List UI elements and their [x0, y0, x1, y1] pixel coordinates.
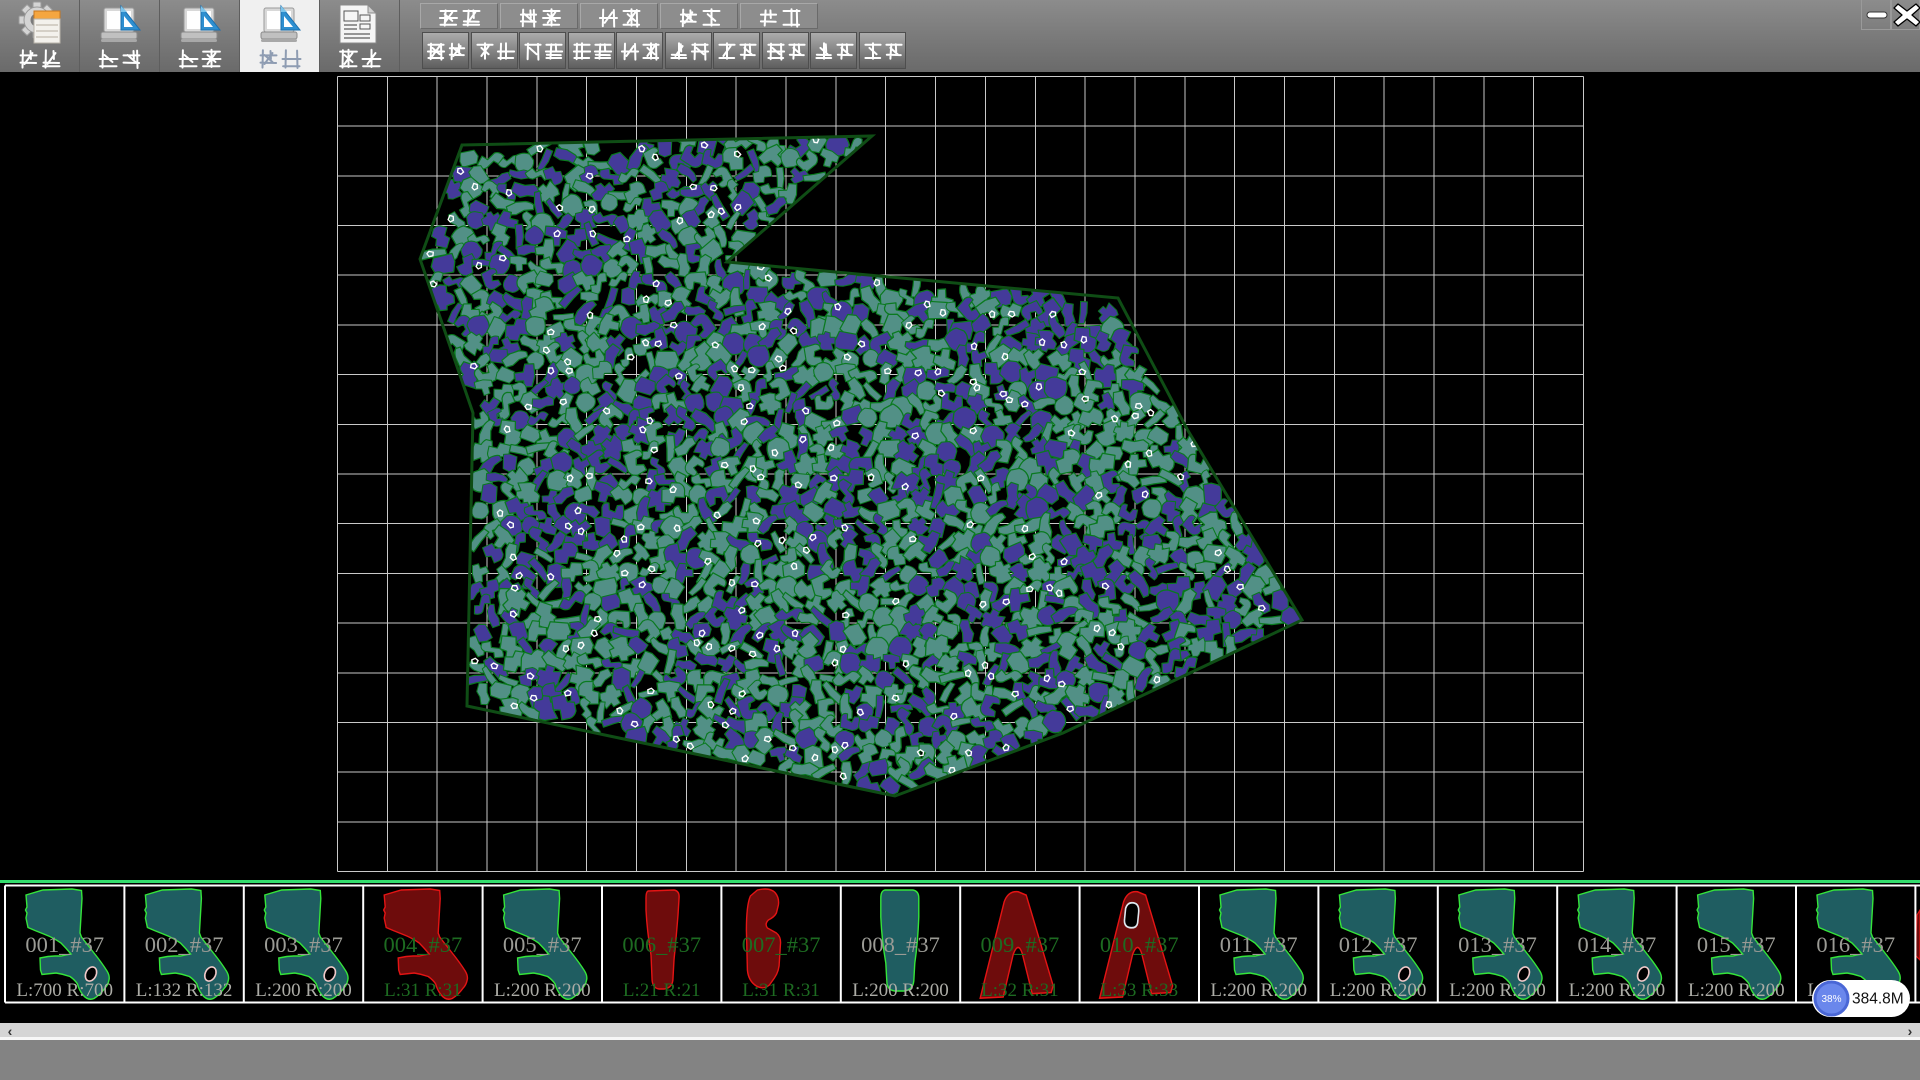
- svg-text:L:33 R:33: L:33 R:33: [1101, 980, 1179, 1001]
- svg-text:L:700 R:700: L:700 R:700: [16, 980, 113, 1001]
- svg-text:L:31 R:31: L:31 R:31: [742, 980, 820, 1001]
- svg-text:L:200 R:200: L:200 R:200: [1569, 980, 1666, 1001]
- svg-text:L:200 R:200: L:200 R:200: [1210, 980, 1307, 1001]
- svg-text:001_#37: 001_#37: [25, 932, 104, 957]
- svg-text:L:200 R:200: L:200 R:200: [1330, 980, 1427, 1001]
- svg-text:011_#37: 011_#37: [1220, 932, 1298, 957]
- svg-text:015_#37: 015_#37: [1697, 932, 1776, 957]
- svg-text:013_#37: 013_#37: [1458, 932, 1537, 957]
- svg-text:010_#37: 010_#37: [1100, 932, 1179, 957]
- svg-text:L:200 R:200: L:200 R:200: [1449, 980, 1546, 1001]
- svg-text:L:200 R:200: L:200 R:200: [494, 980, 591, 1001]
- svg-text:008_#37: 008_#37: [861, 932, 940, 957]
- svg-text:004_#37: 004_#37: [384, 932, 463, 957]
- svg-text:L:200 R:200: L:200 R:200: [852, 980, 949, 1001]
- svg-text:L:200 R:200: L:200 R:200: [255, 980, 352, 1001]
- svg-text:012_#37: 012_#37: [1339, 932, 1418, 957]
- svg-text:L:32 R:31: L:32 R:31: [981, 980, 1059, 1001]
- svg-text:L:200 R:200: L:200 R:200: [1688, 980, 1785, 1001]
- svg-text:007_#37: 007_#37: [742, 932, 821, 957]
- svg-text:L:31 R:31: L:31 R:31: [384, 980, 462, 1001]
- svg-text:009_#37: 009_#37: [981, 932, 1060, 957]
- svg-text:002_#37: 002_#37: [145, 932, 224, 957]
- svg-text:L:21 R:21: L:21 R:21: [623, 980, 701, 1001]
- svg-text:016_#37: 016_#37: [1816, 932, 1895, 957]
- svg-text:005_#37: 005_#37: [503, 932, 582, 957]
- svg-text:006_#37: 006_#37: [622, 932, 701, 957]
- svg-text:003_#37: 003_#37: [264, 932, 343, 957]
- svg-text:384.8M: 384.8M: [1852, 991, 1904, 1008]
- svg-text:L:132 R:132: L:132 R:132: [136, 980, 233, 1001]
- svg-text:38%: 38%: [1821, 994, 1841, 1005]
- svg-text:014_#37: 014_#37: [1578, 932, 1657, 957]
